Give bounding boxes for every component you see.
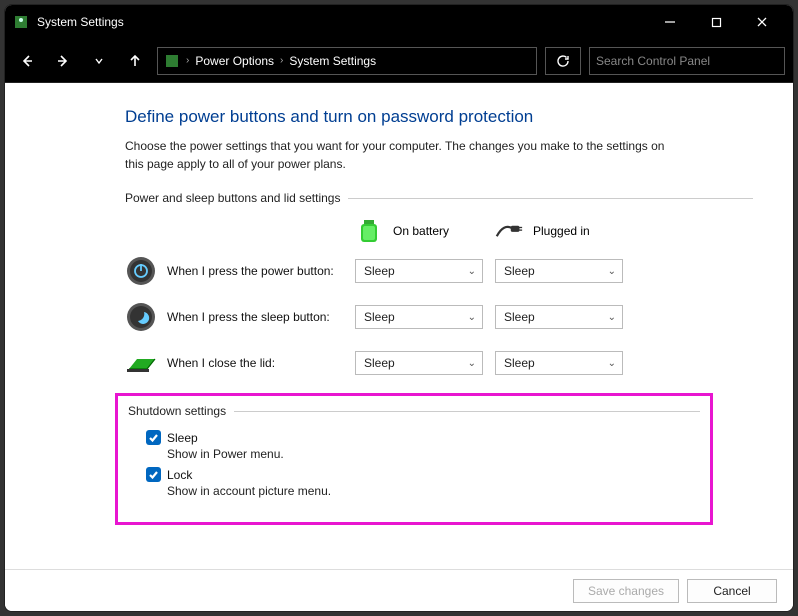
- shutdown-item-sleep: Sleep Show in Power menu.: [146, 430, 700, 461]
- chevron-down-icon: ⌄: [468, 312, 476, 323]
- refresh-button[interactable]: [545, 47, 581, 75]
- checkbox-lock[interactable]: [146, 467, 161, 482]
- column-plugged-in: Plugged in: [495, 217, 635, 245]
- breadcrumb-item-system-settings[interactable]: System Settings: [289, 54, 376, 68]
- dropdown-sleep-battery[interactable]: Sleep⌄: [355, 305, 483, 329]
- minimize-button[interactable]: [647, 5, 693, 39]
- chevron-down-icon: ⌄: [608, 266, 616, 277]
- chevron-right-icon: ›: [186, 55, 189, 66]
- columns-header: On battery Plugged in: [125, 217, 753, 245]
- dropdown-lid-plugged[interactable]: Sleep⌄: [495, 351, 623, 375]
- breadcrumb-bar[interactable]: › Power Options › System Settings: [157, 47, 537, 75]
- chevron-down-icon: ⌄: [468, 358, 476, 369]
- sleep-button-icon: [125, 301, 157, 333]
- dropdown-power-battery[interactable]: Sleep⌄: [355, 259, 483, 283]
- setting-row-close-lid: When I close the lid: Sleep⌄ Sleep⌄: [125, 347, 753, 379]
- chevron-down-icon: ⌄: [608, 312, 616, 323]
- setting-row-power-button: When I press the power button: Sleep⌄ Sl…: [125, 255, 753, 287]
- forward-button[interactable]: [49, 47, 77, 75]
- toolbar: › Power Options › System Settings Search…: [5, 39, 793, 83]
- chevron-right-icon: ›: [280, 55, 283, 66]
- dropdown-sleep-plugged[interactable]: Sleep⌄: [495, 305, 623, 329]
- cancel-button[interactable]: Cancel: [687, 579, 777, 603]
- footer: Save changes Cancel: [5, 569, 793, 611]
- close-button[interactable]: [739, 5, 785, 39]
- save-changes-button[interactable]: Save changes: [573, 579, 679, 603]
- setting-row-sleep-button: When I press the sleep button: Sleep⌄ Sl…: [125, 301, 753, 333]
- breadcrumb-icon: [164, 53, 180, 69]
- chevron-down-icon: ⌄: [608, 358, 616, 369]
- battery-icon: [355, 217, 383, 245]
- section-shutdown-heading: Shutdown settings: [128, 404, 700, 418]
- maximize-button[interactable]: [693, 5, 739, 39]
- window-title: System Settings: [37, 15, 124, 29]
- shutdown-item-lock: Lock Show in account picture menu.: [146, 467, 700, 498]
- plug-icon: [495, 217, 523, 245]
- app-icon: [13, 14, 29, 30]
- recent-button[interactable]: [85, 47, 113, 75]
- dropdown-lid-battery[interactable]: Sleep⌄: [355, 351, 483, 375]
- titlebar: System Settings: [5, 5, 793, 39]
- page-description: Choose the power settings that you want …: [125, 137, 685, 173]
- lid-icon: [125, 347, 157, 379]
- app-window: System Settings: [4, 4, 794, 612]
- shutdown-settings-highlight: Shutdown settings Sleep Show in Power me…: [115, 393, 713, 525]
- content-area: Define power buttons and turn on passwor…: [5, 83, 793, 569]
- section-buttons-heading: Power and sleep buttons and lid settings: [125, 191, 753, 205]
- dropdown-power-plugged[interactable]: Sleep⌄: [495, 259, 623, 283]
- back-button[interactable]: [13, 47, 41, 75]
- search-placeholder: Search Control Panel: [596, 54, 710, 68]
- checkbox-sleep[interactable]: [146, 430, 161, 445]
- search-input[interactable]: Search Control Panel: [589, 47, 785, 75]
- up-button[interactable]: [121, 47, 149, 75]
- page-title: Define power buttons and turn on passwor…: [125, 107, 753, 127]
- chevron-down-icon: ⌄: [468, 266, 476, 277]
- breadcrumb-item-power-options[interactable]: Power Options: [195, 54, 274, 68]
- power-button-icon: [125, 255, 157, 287]
- column-on-battery: On battery: [355, 217, 495, 245]
